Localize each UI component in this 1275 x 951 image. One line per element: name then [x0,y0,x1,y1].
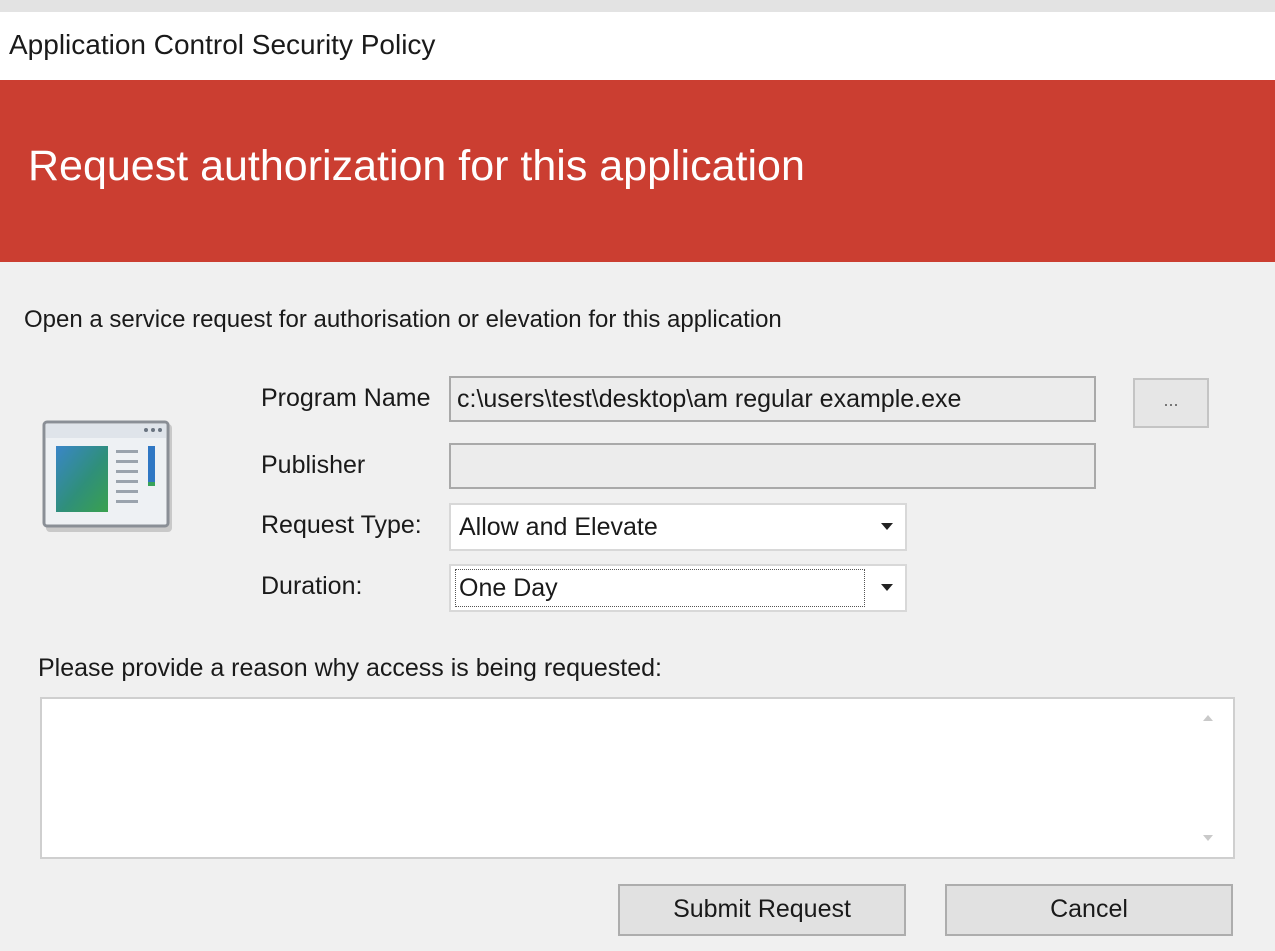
duration-value: One Day [459,574,558,602]
window-top-strip [0,0,1275,12]
scroll-down-icon[interactable] [1203,835,1213,841]
submit-request-button[interactable]: Submit Request [618,884,906,936]
browse-button[interactable]: ... [1133,378,1209,428]
cancel-button[interactable]: Cancel [945,884,1233,936]
request-type-dropdown[interactable]: Allow and Elevate [449,503,907,551]
application-window-icon [42,420,172,532]
publisher-field[interactable] [449,443,1096,489]
program-name-value: c:\users\test\desktop\am regular example… [457,385,962,413]
scroll-up-icon[interactable] [1203,715,1213,721]
duration-label: Duration: [261,572,363,600]
chevron-down-icon [881,523,893,530]
chevron-down-icon [881,584,893,591]
request-type-label: Request Type: [261,511,422,539]
window-title: Application Control Security Policy [9,29,436,60]
publisher-label: Publisher [261,451,366,479]
reason-textarea[interactable] [40,697,1235,859]
request-type-value: Allow and Elevate [459,513,658,541]
dialog-window: Application Control Security Policy Requ… [0,0,1275,951]
program-name-field[interactable]: c:\users\test\desktop\am regular example… [449,376,1096,422]
reason-label: Please provide a reason why access is be… [38,654,662,682]
program-name-label: Program Name [261,384,431,412]
intro-text: Open a service request for authorisation… [24,306,782,333]
duration-dropdown[interactable]: One Day [449,564,907,612]
title-bar: Application Control Security Policy [0,12,1275,80]
header-banner: Request authorization for this applicati… [0,80,1275,262]
banner-title: Request authorization for this applicati… [28,142,805,190]
